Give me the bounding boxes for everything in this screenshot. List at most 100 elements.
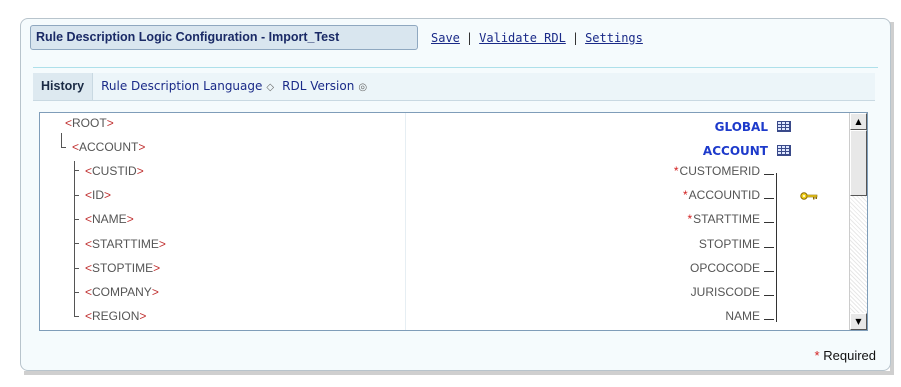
tag-open: < [85, 164, 93, 178]
tree-node-id[interactable]: <ID> [85, 188, 111, 202]
field-connector [764, 319, 774, 320]
tag-close: > [151, 285, 159, 299]
tab-history[interactable]: History [33, 73, 94, 100]
field-label: ACCOUNTID [688, 188, 760, 202]
scrollbar-thumb[interactable] [850, 130, 867, 196]
save-link[interactable]: Save [431, 31, 460, 45]
tab-rule-description-language[interactable]: Rule Description Language ◇ [101, 79, 274, 93]
tree-node-name[interactable]: <NAME> [85, 212, 134, 226]
field-label: JURISCODE [690, 285, 760, 299]
separator: | [465, 31, 474, 45]
validate-rdl-link[interactable]: Validate RDL [479, 31, 566, 45]
tree-connector [74, 316, 79, 317]
field-connector [764, 222, 774, 223]
tag-close: > [126, 212, 134, 226]
tab-rdl-version-label: RDL Version [282, 79, 355, 93]
tag-close: > [139, 309, 147, 323]
radio-circle-icon: ◎ [358, 82, 368, 93]
tree-node-label: ACCOUNT [79, 140, 139, 154]
tree-connector [74, 195, 79, 196]
field-opcocode[interactable]: OPCOCODE [690, 261, 760, 275]
tree-node-label: STOPTIME [92, 261, 154, 275]
field-connector [764, 198, 774, 199]
schema-global-label[interactable]: GLOBAL [715, 120, 768, 134]
field-connector [776, 173, 777, 322]
required-mark: * [814, 348, 820, 363]
tree-node-custid[interactable]: <CUSTID> [85, 164, 144, 178]
tag-open: < [85, 309, 93, 323]
header-divider [33, 67, 878, 68]
tab-rdl-version[interactable]: RDL Version ◎ [282, 79, 367, 93]
settings-link[interactable]: Settings [585, 31, 643, 45]
separator: | [571, 31, 580, 45]
tree-node-company[interactable]: <COMPANY> [85, 285, 159, 299]
tree-node-label: NAME [92, 212, 127, 226]
xml-tree-pane: <ROOT> <ACCOUNT> <CUSTID> <ID> <NAME> <S… [40, 113, 406, 330]
tag-close: > [106, 116, 114, 130]
tree-node-root[interactable]: <ROOT> [65, 116, 114, 130]
field-label: OPCOCODE [689, 261, 760, 275]
tree-connector [74, 268, 79, 269]
tree-node-label: REGION [92, 309, 140, 323]
field-stoptime[interactable]: STOPTIME [699, 237, 760, 251]
panel-header: Rule Description Logic Configuration - I… [21, 19, 890, 59]
tag-open: < [85, 261, 93, 275]
tag-open: < [85, 212, 93, 226]
tree-node-stoptime[interactable]: <STOPTIME> [85, 261, 160, 275]
required-label: Required [823, 348, 876, 363]
arrow-down-icon[interactable]: ▼ [850, 313, 867, 330]
rdl-config-panel: Rule Description Logic Configuration - I… [20, 18, 891, 371]
field-connector [764, 271, 774, 272]
field-label: STOPTIME [698, 237, 760, 251]
tag-close: > [158, 237, 166, 251]
field-label: NAME [725, 309, 760, 323]
tree-connector [74, 170, 79, 171]
tree-connector [61, 147, 66, 148]
tree-connector [74, 292, 79, 293]
db-schema-pane: GLOBAL ACCOUNT *CUSTOMERID *ACCOUNTID *S… [405, 113, 848, 330]
field-label: CUSTOMERID [679, 164, 760, 178]
tab-rule-description-language-label: Rule Description Language [101, 79, 263, 93]
field-juriscode[interactable]: JURISCODE [691, 285, 760, 299]
tag-close: > [104, 188, 112, 202]
tree-node-label: ROOT [72, 116, 107, 130]
tree-node-region[interactable]: <REGION> [85, 309, 146, 323]
table-icon[interactable] [777, 121, 791, 132]
key-icon [800, 192, 818, 200]
tag-close: > [138, 140, 146, 154]
required-mark: * [673, 164, 679, 178]
field-name[interactable]: NAME [725, 309, 760, 323]
vertical-scrollbar[interactable]: ▲ ▼ [849, 113, 867, 330]
tree-connector [74, 243, 79, 244]
required-mark: * [682, 188, 688, 202]
tree-connector [74, 219, 79, 220]
field-customerid[interactable]: *CUSTOMERID [674, 164, 760, 178]
tree-node-label: STARTTIME [92, 237, 159, 251]
field-connector [764, 174, 774, 175]
tree-node-label: CUSTID [92, 164, 137, 178]
header-actions: Save | Validate RDL | Settings [431, 31, 643, 45]
rdl-mapping-view: <ROOT> <ACCOUNT> <CUSTID> <ID> <NAME> <S… [39, 112, 868, 331]
schema-account-label[interactable]: ACCOUNT [703, 144, 768, 158]
tag-open: < [72, 140, 80, 154]
arrow-up-icon[interactable]: ▲ [850, 113, 867, 130]
field-connector [764, 295, 774, 296]
diamond-icon: ◇ [266, 82, 275, 93]
field-starttime[interactable]: *STARTTIME [687, 212, 760, 226]
tree-node-label: COMPANY [92, 285, 152, 299]
field-accountid[interactable]: *ACCOUNTID [683, 188, 760, 202]
tree-node-account[interactable]: <ACCOUNT> [72, 140, 145, 154]
view-tabs: History Rule Description Language ◇ RDL Ver… [33, 73, 875, 101]
tag-open: < [65, 116, 73, 130]
tag-close: > [136, 164, 144, 178]
field-label: STARTTIME [693, 212, 760, 226]
panel-shadow-bottom [24, 371, 894, 375]
tree-node-label: ID [92, 188, 105, 202]
table-icon[interactable] [777, 145, 791, 156]
tag-open: < [85, 285, 93, 299]
tag-open: < [85, 188, 93, 202]
panel-title: Rule Description Logic Configuration - I… [30, 25, 418, 50]
required-legend: * Required [815, 348, 876, 363]
tree-node-starttime[interactable]: <STARTTIME> [85, 237, 166, 251]
tag-close: > [153, 261, 161, 275]
